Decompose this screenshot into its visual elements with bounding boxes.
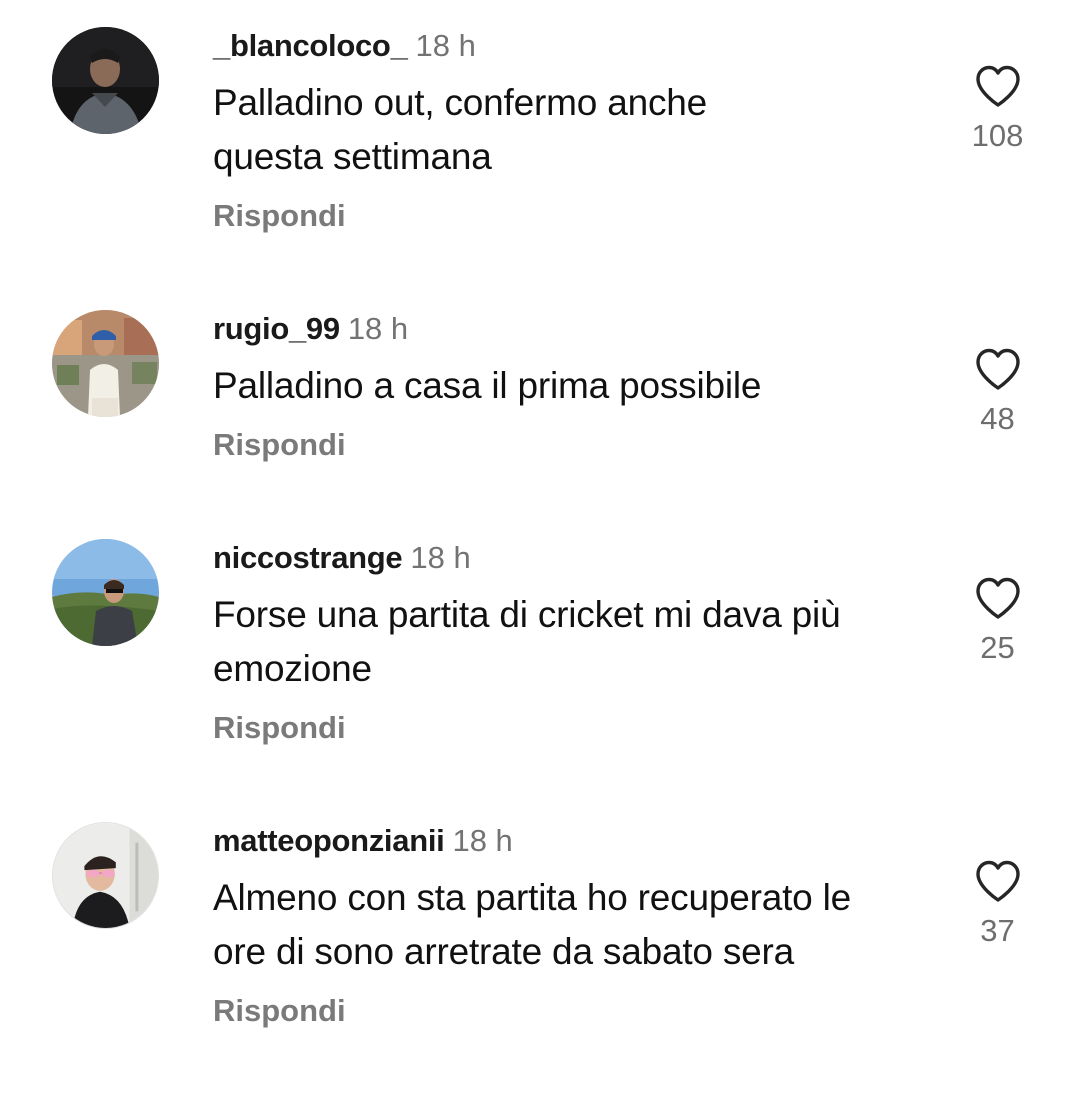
comment-meta: matteoponzianii 18 h [213,823,913,859]
comment-timestamp: 18 h [410,540,471,575]
comment-timestamp: 18 h [415,28,476,63]
like-count: 25 [980,630,1015,665]
heart-outline-icon[interactable] [974,64,1022,108]
reply-button[interactable]: Rispondi [213,427,346,463]
reply-button[interactable]: Rispondi [213,198,346,234]
like-control: 108 [950,64,1045,154]
reply-button[interactable]: Rispondi [213,710,346,746]
comment-meta: _blancoloco_ 18 h [213,28,913,64]
avatar[interactable] [52,310,159,417]
heart-outline-icon[interactable] [974,576,1022,620]
heart-outline-icon[interactable] [974,347,1022,391]
comment-timestamp: 18 h [347,311,409,346]
like-count: 108 [971,118,1024,153]
like-count: 37 [980,913,1015,948]
avatar[interactable] [52,539,159,646]
avatar-photo-blancoloco [52,27,159,134]
comment-meta: rugio_99 18 h [213,311,913,347]
comment-text: Forse una partita di cricket mi dava più… [213,594,841,689]
like-count: 48 [980,401,1015,436]
comment-timestamp: 18 h [452,823,513,858]
comment-meta: niccostrange 18 h [213,540,913,576]
comment-username[interactable]: _blancoloco_ [213,28,408,63]
comment-username[interactable]: rugio_99 [213,311,340,346]
avatar[interactable] [52,27,159,134]
comment-username[interactable]: niccostrange [213,540,403,575]
heart-outline-icon[interactable] [974,859,1022,903]
avatar-photo-matteoponzianii [53,823,158,928]
avatar-photo-rugio [52,310,159,417]
comment-text: Palladino out, confermo anche questa set… [213,82,708,177]
like-control: 25 [950,576,1045,666]
comment-username[interactable]: matteoponzianii [213,823,445,858]
like-control: 48 [950,347,1045,437]
avatar[interactable] [52,822,159,929]
reply-button[interactable]: Rispondi [213,993,346,1029]
comment-text: Palladino a casa il prima possibile [213,365,762,406]
like-control: 37 [950,859,1045,949]
comment-text: Almeno con sta partita ho recuperato le … [213,877,852,972]
avatar-photo-niccostrange [52,539,159,646]
